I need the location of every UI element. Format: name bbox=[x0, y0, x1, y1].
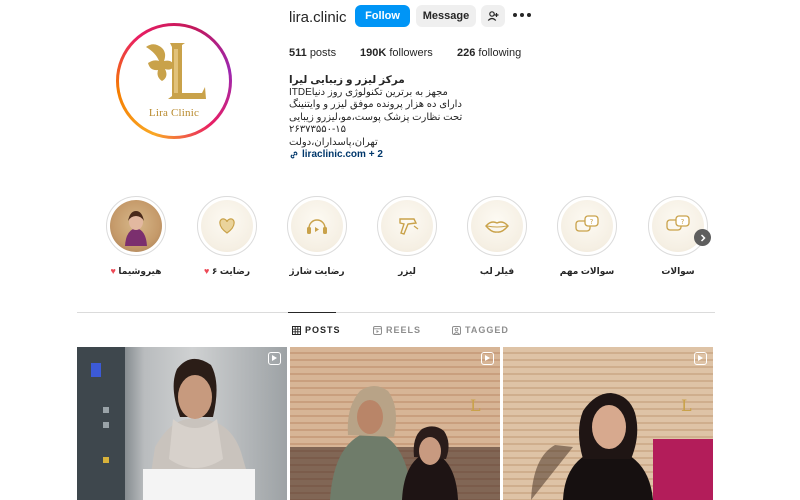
highlight-label: سوالات مهم bbox=[559, 266, 615, 276]
heart-icon: ♥ bbox=[110, 266, 116, 276]
reels-icon bbox=[373, 325, 382, 335]
reel-badge-icon bbox=[481, 352, 494, 365]
link-icon bbox=[290, 151, 298, 158]
highlight-important-questions[interactable]: ? bbox=[557, 196, 617, 256]
follow-button[interactable]: Follow bbox=[355, 5, 410, 27]
heart-icon: ♥ bbox=[203, 266, 210, 276]
highlight-laser[interactable] bbox=[377, 196, 437, 256]
profile-username: lira.clinic bbox=[289, 9, 347, 26]
post-photo: L bbox=[531, 393, 713, 500]
highlight-label: رضایت ۶ ♥ bbox=[203, 266, 251, 276]
post-thumbnail[interactable]: L bbox=[503, 347, 713, 500]
highlight-satisfaction-6[interactable] bbox=[197, 196, 257, 256]
highlight-label: رضایت شارژ bbox=[289, 266, 345, 276]
svg-text:L: L bbox=[681, 396, 692, 415]
chat-bubbles-icon: ? bbox=[575, 215, 599, 232]
followers-count[interactable]: 190K followers bbox=[360, 47, 433, 59]
headset-icon bbox=[307, 219, 327, 234]
highlight-label: فیلر لب bbox=[479, 266, 515, 276]
reel-badge-icon bbox=[268, 352, 281, 365]
svg-text:?: ? bbox=[590, 218, 594, 226]
highlights-next-button[interactable] bbox=[694, 229, 711, 246]
suggested-users-button[interactable] bbox=[481, 5, 505, 27]
svg-text:?: ? bbox=[681, 218, 685, 226]
tab-tagged[interactable]: TAGGED bbox=[452, 325, 509, 335]
post-photo bbox=[77, 347, 255, 500]
profile-display-name: مرکز لیزر و زیبایی لیرا bbox=[289, 74, 405, 86]
avatar: Lira Clinic bbox=[122, 29, 226, 133]
more-options-icon[interactable] bbox=[513, 9, 531, 21]
following-count[interactable]: 226 following bbox=[457, 47, 521, 59]
avatar-caption: Lira Clinic bbox=[148, 107, 200, 119]
profile-bio: مرکز لیزر و زیبایی لیرا مجهز به برترین ت… bbox=[289, 74, 479, 150]
tagged-icon bbox=[452, 325, 461, 335]
post-photo: L bbox=[290, 386, 500, 500]
tab-reels[interactable]: REELS bbox=[373, 325, 421, 335]
reel-badge-icon bbox=[694, 352, 707, 365]
heart-hands-icon bbox=[219, 218, 235, 234]
profile-photo-icon bbox=[125, 211, 147, 246]
profile-avatar-ring[interactable]: Lira Clinic bbox=[116, 23, 232, 139]
highlight-questions[interactable]: ? bbox=[648, 196, 708, 256]
highlight-label: سوالات bbox=[661, 266, 695, 276]
post-thumbnail[interactable] bbox=[77, 347, 287, 500]
message-button[interactable]: Message bbox=[416, 5, 476, 27]
bio-address: تهران،پاسداران،دولت bbox=[289, 136, 378, 148]
tabs-divider bbox=[77, 312, 715, 313]
highlight-label: هیروشیما ♥ bbox=[110, 266, 162, 276]
posts-count[interactable]: 511 posts bbox=[289, 47, 336, 59]
bio-phone: ۲۶۳۷۳۵۵۰-۱۵ bbox=[289, 124, 347, 136]
chat-bubbles-icon: ? bbox=[666, 215, 690, 231]
chevron-right-icon bbox=[700, 233, 706, 242]
highlight-hiroshima[interactable] bbox=[106, 196, 166, 256]
bio-line: مجهز به برترین تکنولوژی روز دنیاITDE bbox=[289, 86, 448, 98]
lira-logo-icon bbox=[146, 43, 206, 99]
profile-link[interactable]: liraclinic.com + 2 bbox=[289, 149, 383, 160]
highlight-satisfaction-charge[interactable] bbox=[287, 196, 347, 256]
grid-icon bbox=[292, 325, 301, 335]
svg-text:L: L bbox=[470, 396, 481, 415]
active-tab-indicator bbox=[288, 312, 336, 313]
avatar-frame: Lira Clinic bbox=[119, 26, 229, 136]
highlight-label: لیزر bbox=[398, 266, 416, 276]
lips-icon bbox=[485, 221, 509, 233]
post-thumbnail[interactable]: L bbox=[290, 347, 500, 500]
add-user-icon bbox=[487, 11, 499, 21]
laser-device-icon bbox=[399, 218, 419, 235]
bio-line: تحت نظارت پزشک پوست،مو،لیزرو زیبایی bbox=[289, 111, 463, 123]
tab-posts[interactable]: POSTS bbox=[292, 325, 341, 335]
bio-line: دارای ده هزار پرونده موفق لیزر و وایتنین… bbox=[289, 99, 462, 111]
highlight-lip-filler[interactable] bbox=[467, 196, 527, 256]
